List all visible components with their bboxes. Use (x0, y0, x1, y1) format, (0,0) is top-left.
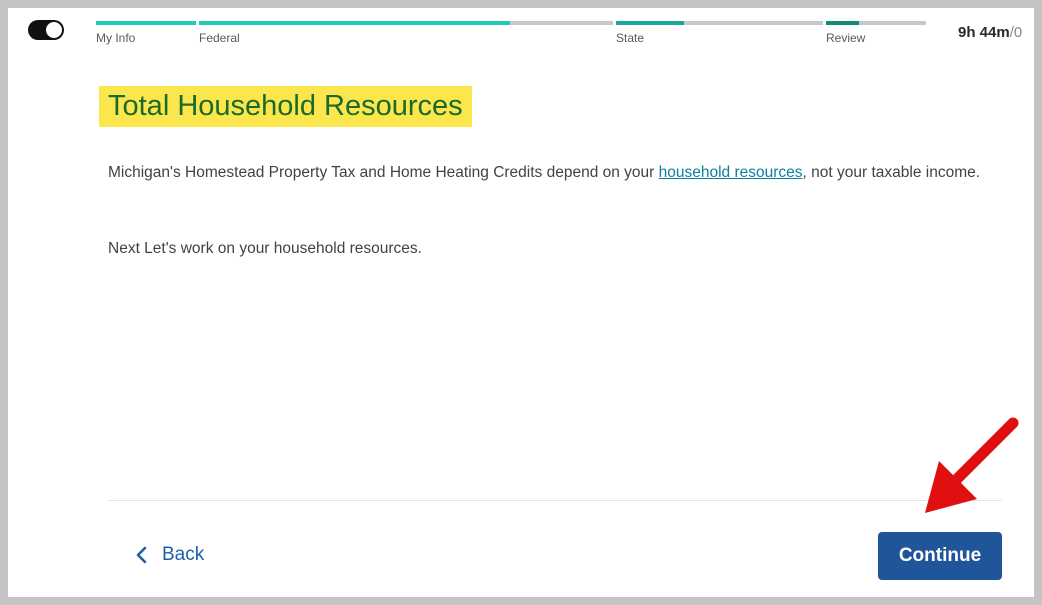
time-remaining: 9h 44m/0 (958, 24, 1034, 41)
mode-toggle[interactable] (28, 20, 64, 40)
toggle-knob (46, 22, 62, 38)
timer-value: 9h 44m (958, 24, 1010, 41)
progress-track (199, 21, 613, 25)
progress-step-state[interactable]: State (616, 21, 823, 51)
progress-track (96, 21, 196, 25)
app-frame: My Info Federal State Review 9h 44m/0 To… (8, 8, 1034, 597)
progress-step-label: My Info (96, 31, 136, 45)
back-label: Back (162, 544, 205, 565)
next-step-paragraph: Next Let's work on your household resour… (108, 240, 422, 257)
intro-text-after: , not your taxable income. (802, 164, 981, 181)
progress-tracker: My Info Federal State Review (96, 21, 926, 51)
progress-fill (96, 21, 196, 25)
progress-step-review[interactable]: Review (826, 21, 926, 51)
page-title: Total Household Resources (99, 86, 472, 127)
back-button[interactable]: Back (134, 544, 204, 566)
household-resources-link[interactable]: household resources (659, 164, 803, 181)
progress-step-my-info[interactable]: My Info (96, 21, 196, 51)
progress-step-label: Review (826, 31, 866, 45)
progress-step-label: Federal (199, 31, 240, 45)
progress-step-federal[interactable]: Federal (199, 21, 613, 51)
intro-text-before: Michigan's Homestead Property Tax and Ho… (108, 164, 659, 181)
annotation-arrow-icon (925, 417, 1019, 513)
progress-fill (616, 21, 685, 25)
progress-track (826, 21, 926, 25)
intro-paragraph: Michigan's Homestead Property Tax and Ho… (108, 160, 988, 186)
progress-fill (199, 21, 510, 25)
chevron-left-icon (136, 546, 147, 564)
continue-button[interactable]: Continue (878, 532, 1002, 580)
progress-step-label: State (616, 31, 645, 45)
footer-divider (108, 500, 1002, 501)
progress-track (616, 21, 823, 25)
timer-total: 0 (1013, 24, 1023, 41)
progress-fill (826, 21, 859, 25)
